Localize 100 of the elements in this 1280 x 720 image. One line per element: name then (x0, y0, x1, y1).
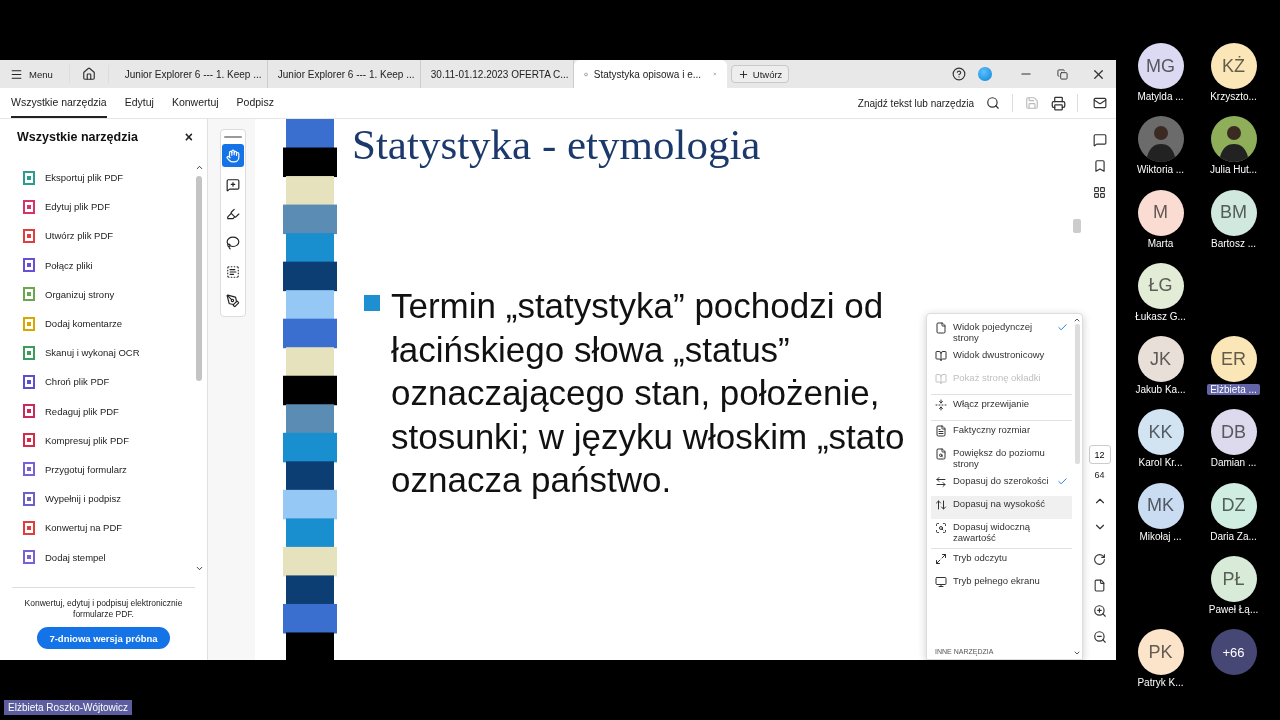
arrows-vertical-icon (935, 498, 947, 511)
participant-name: Łukasz G... (1134, 310, 1187, 322)
menu-item[interactable]: Dopasuj do szerokości (931, 472, 1072, 496)
scrollbar-thumb[interactable] (1072, 219, 1081, 233)
arrows-horizontal-icon (935, 475, 947, 488)
envelope-icon (1093, 96, 1107, 110)
person-silhouette-icon (1145, 126, 1176, 163)
participant-name: Krzyszto... (1209, 91, 1258, 102)
search-label[interactable]: Znajdź tekst lub narzędzia (857, 97, 974, 109)
participant-name: Mikołaj ... (1138, 530, 1183, 542)
expand-icon (935, 552, 947, 565)
tool-item[interactable]: Dodaj stempel (22, 542, 195, 572)
toolbar-tab[interactable]: Podpisz (236, 88, 274, 118)
participant-name: Patryk K... (1136, 677, 1185, 689)
toolbar-tab[interactable]: Konwertuj (171, 88, 219, 118)
avatar: M (1137, 189, 1184, 236)
zoom-in-icon (1092, 604, 1107, 618)
tool-item[interactable]: Edytuj plik PDF (22, 192, 195, 222)
monitor-icon (935, 575, 947, 588)
avatar: DZ (1210, 482, 1257, 529)
document-tab[interactable]: Statystyka opisowa i e... (573, 60, 727, 88)
trial-button[interactable]: 7-dniowa wersja próbna (37, 627, 170, 650)
tool-item[interactable]: Wypełnij i podpisz (22, 484, 195, 514)
search-icon (986, 96, 1000, 110)
toolbar-tab[interactable]: Edytuj (124, 88, 154, 118)
participant-name: Karol Kr... (1137, 457, 1184, 469)
menu-icon (10, 67, 23, 81)
scroll-up-icon[interactable] (1073, 316, 1081, 324)
menu-item[interactable]: Powiększ do poziomu strony (931, 444, 1072, 473)
menu-item[interactable]: Dopasuj na wysokość (931, 495, 1072, 519)
book-icon (935, 349, 947, 362)
tool-item[interactable]: Eksportuj plik PDF (22, 163, 195, 193)
avatar: MK (1137, 482, 1184, 529)
menu-item[interactable]: Tryb pełnego ekranu (931, 572, 1072, 596)
scrollbar-thumb[interactable] (1074, 324, 1080, 464)
menu-item[interactable]: Tryb odczytu (931, 549, 1072, 573)
restore-icon (1056, 68, 1068, 80)
page-icon (935, 424, 947, 437)
text-select-icon (226, 264, 240, 279)
plus-icon (737, 68, 749, 80)
help-icon (952, 67, 966, 81)
document-tab[interactable]: 30.11-01.12.2023 OFERTA C... (420, 60, 574, 88)
lasso-icon (226, 235, 240, 250)
tool-item[interactable]: Kompresuj plik PDF (22, 425, 195, 455)
tool-item[interactable]: Chroń plik PDF (22, 367, 195, 397)
participant-name: Daria Za... (1209, 530, 1258, 542)
menu-button[interactable]: Menu (0, 60, 63, 88)
close-panel-button[interactable]: × (184, 129, 193, 145)
comment-add-icon (226, 177, 240, 192)
page-icon (1093, 578, 1106, 592)
grid-icon (1093, 185, 1106, 199)
pen-tool-icon (226, 293, 240, 308)
highlighter-icon (226, 206, 240, 221)
toolbar-tab[interactable]: Wszystkie narzędzia (11, 88, 107, 118)
panel-title: Wszystkie narzędzia (17, 130, 138, 144)
participant-name: Damian ... (1209, 457, 1258, 469)
hand-icon (226, 148, 240, 163)
avatar: DB (1210, 409, 1257, 456)
page-number-field[interactable]: 12 (1088, 445, 1111, 464)
book-icon (935, 372, 947, 385)
tool-item[interactable]: Przygotuj formularz (22, 454, 195, 485)
home-icon (81, 67, 96, 81)
avatar: KŻ (1210, 43, 1257, 89)
avatar: MG (1137, 43, 1184, 89)
printer-icon (1050, 95, 1066, 111)
page-search-icon (935, 447, 947, 460)
bullet-text: Termin „statystyka” pochodzi od łacińskiego słowa „status” oznaczającego stan, położenie, stosunki; w języku włoskim „stato oznacza państwo. (391, 285, 905, 501)
tool-item[interactable]: Skanuj i wykonaj OCR (22, 338, 195, 368)
menu-item[interactable]: Włącz przewijanie (931, 395, 1072, 419)
more-participants-button[interactable]: +66 (1210, 629, 1257, 676)
speech-bubble-icon (1092, 133, 1107, 147)
participant-name: Bartosz ... (1210, 237, 1257, 249)
account-icon[interactable] (978, 67, 992, 81)
scroll-down-icon[interactable] (194, 564, 204, 573)
menu-item[interactable]: Widok pojedynczej strony (931, 319, 1072, 347)
person-silhouette-icon (1218, 126, 1249, 163)
avatar: JK (1137, 336, 1184, 383)
menu-item[interactable]: Dopasuj widoczną zawartość (931, 518, 1072, 547)
tool-item[interactable]: Konwertuj na PDF (22, 513, 195, 543)
tool-item[interactable]: Dodaj komentarze (22, 308, 195, 339)
create-button[interactable]: Utwórz (730, 65, 790, 83)
scan-search-icon (935, 521, 947, 534)
menu-item[interactable]: Widok dwustronicowy (931, 346, 1072, 370)
avatar: ER (1210, 336, 1257, 383)
tool-item[interactable]: Połącz pliki (22, 250, 195, 280)
scrollbar-thumb[interactable] (196, 176, 202, 381)
tool-item[interactable]: Redaguj plik PDF (22, 396, 195, 426)
participant-name: Elżbieta ... (1207, 384, 1260, 396)
scroll-up-icon[interactable] (194, 163, 204, 172)
participant-name: Marta (1146, 237, 1175, 249)
tool-item[interactable]: Utwórz plik PDF (22, 221, 195, 251)
avatar: PK (1137, 629, 1184, 676)
menu-item[interactable]: Faktyczny rozmiar (931, 421, 1072, 445)
document-tab[interactable]: Junior Explorer 6 --- 1. Keep ... (267, 60, 421, 88)
bookmark-icon (1092, 159, 1107, 173)
hand-tool[interactable] (222, 144, 244, 167)
scroll-down-icon[interactable] (1073, 649, 1081, 657)
participant-name: Matylda ... (1136, 91, 1185, 102)
tool-item[interactable]: Organizuj strony (22, 279, 195, 309)
document-tab[interactable]: Junior Explorer 6 --- 1. Keep ... (114, 60, 268, 88)
